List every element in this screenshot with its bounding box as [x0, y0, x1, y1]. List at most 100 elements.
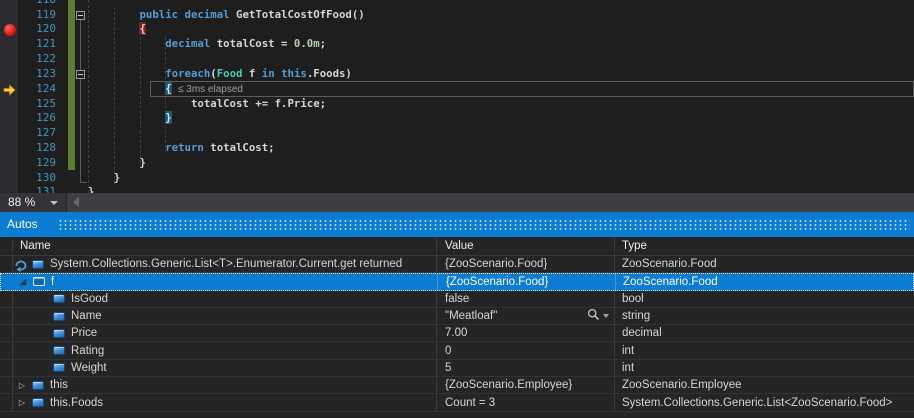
autos-row[interactable]: Weight5 int — [0, 360, 914, 377]
code-text: } — [88, 171, 120, 184]
autos-rows: System.Collections.Generic.List<T>.Enume… — [0, 256, 914, 412]
code-line[interactable]: } — [88, 185, 94, 193]
code-text: foreach — [165, 67, 210, 80]
type-cell: decimal — [615, 325, 914, 341]
autos-row[interactable]: Price7.00decimal — [0, 325, 914, 342]
code-text — [88, 22, 139, 35]
variable-type: decimal — [622, 327, 662, 339]
code-line[interactable]: return totalCost; — [88, 141, 275, 156]
line-number: 119 — [18, 8, 56, 23]
tree-divider — [12, 325, 13, 341]
expand-icon[interactable]: ▷ — [12, 394, 32, 410]
code-line[interactable]: totalCost += f.Price; — [88, 97, 326, 112]
autos-row[interactable]: System.Collections.Generic.List<T>.Enume… — [0, 256, 914, 273]
column-header-name[interactable]: Name — [0, 237, 437, 255]
indent-spacer — [0, 402, 12, 403]
autos-row[interactable]: Name"Meatloaf"string — [0, 308, 914, 325]
code-text: .Foods) — [307, 67, 352, 80]
code-text: } — [88, 156, 146, 169]
column-header-value[interactable]: Value — [437, 237, 615, 255]
indent-spacer — [0, 298, 53, 299]
variable-value: {ZooScenario.Employee} — [445, 379, 572, 391]
code-text — [88, 67, 165, 80]
value-cell: false — [437, 291, 615, 307]
collapse-icon[interactable]: ◢ — [13, 274, 33, 289]
name-cell: Price — [0, 325, 437, 341]
highlighted-brace: { — [165, 82, 171, 95]
value-cell: 5 — [437, 360, 615, 376]
field-icon — [53, 363, 65, 372]
autos-title: Autos — [0, 217, 38, 231]
expand-icon[interactable]: ▷ — [12, 377, 32, 393]
value-cell: 0 — [437, 342, 615, 358]
indent-spacer — [0, 333, 53, 334]
code-line[interactable]: } — [88, 156, 146, 171]
magnifier-icon[interactable] — [587, 308, 600, 324]
line-number: 125 — [18, 97, 56, 112]
type-cell: ZooScenario.Food — [616, 274, 913, 289]
variable-name: Rating — [71, 345, 104, 357]
variable-type: int — [622, 362, 634, 374]
code-text: ; — [320, 37, 326, 50]
variable-name: Price — [71, 327, 97, 339]
variable-type: int — [622, 345, 634, 357]
code-text: public — [139, 8, 178, 21]
name-cell: Name — [0, 308, 437, 324]
autos-row[interactable]: ▷this.FoodsCount = 3System.Collections.G… — [0, 394, 914, 411]
autos-row[interactable]: IsGoodfalsebool — [0, 291, 914, 308]
variable-type: ZooScenario.Food — [623, 276, 718, 288]
line-number: 127 — [18, 126, 56, 141]
indent-spacer — [0, 367, 53, 368]
variable-name: f — [51, 276, 54, 288]
autos-row[interactable]: Rating 0 int — [0, 342, 914, 359]
code-text — [88, 82, 165, 95]
line-number: 126 — [18, 111, 56, 126]
autos-title-bar[interactable]: Autos — [0, 212, 914, 237]
dropdown-caret-icon[interactable] — [603, 314, 609, 318]
breakpoint-statement: { — [139, 22, 145, 35]
field-icon — [32, 260, 44, 269]
zoom-level-label: 88 % — [8, 195, 35, 209]
line-number: 130 — [18, 171, 56, 186]
code-line[interactable]: { — [88, 82, 172, 97]
zoom-dropdown[interactable]: 88 % — [0, 193, 67, 212]
changed-lines-bar — [68, 0, 75, 170]
header-divider — [12, 239, 13, 253]
value-cell: "Meatloaf" — [437, 308, 615, 324]
collapse-toggle-icon[interactable] — [76, 11, 85, 20]
code-text: totalCost; — [204, 141, 275, 154]
name-cell: ◢f — [1, 274, 438, 289]
tree-divider — [12, 291, 13, 307]
code-editor[interactable]: ≤ 3ms elapsed 11811912012112212312412512… — [0, 0, 914, 193]
code-text: 0.0m — [294, 37, 320, 50]
code-line[interactable]: decimal totalCost = 0.0m; — [88, 37, 326, 52]
collapse-toggle-icon[interactable] — [76, 70, 85, 79]
value-cell: {ZooScenario.Employee} — [437, 377, 615, 393]
code-line[interactable]: } — [88, 171, 120, 186]
type-cell: bool — [615, 291, 914, 307]
name-cell: Weight — [0, 360, 437, 376]
column-header-type[interactable]: Type — [615, 237, 914, 255]
field-icon — [53, 294, 65, 303]
code-line[interactable]: } — [88, 111, 172, 126]
autos-row[interactable]: ▷this{ZooScenario.Employee}ZooScenario.E… — [0, 377, 914, 394]
dropdown-caret-icon — [50, 201, 58, 205]
tree-divider — [12, 377, 13, 393]
tree-divider — [12, 360, 13, 376]
code-line[interactable]: foreach(Food f in this.Foods) — [88, 67, 352, 82]
variable-name: this.Foods — [50, 397, 103, 409]
code-line[interactable]: { — [88, 22, 146, 37]
autos-row[interactable]: ◢f{ZooScenario.Food}ZooScenario.Food — [0, 273, 914, 290]
indent-spacer — [0, 264, 12, 265]
variable-value: false — [445, 293, 469, 305]
scroll-left-icon[interactable] — [73, 197, 79, 207]
name-cell: ▷this — [0, 377, 437, 393]
horizontal-scrollbar[interactable] — [67, 193, 914, 212]
line-number: 129 — [18, 156, 56, 171]
variable-type: ZooScenario.Food — [622, 258, 717, 270]
variable-type: bool — [622, 293, 644, 305]
line-number: 118 — [18, 0, 56, 8]
code-line[interactable]: public decimal GetTotalCostOfFood() — [88, 8, 365, 23]
name-cell: System.Collections.Generic.List<T>.Enume… — [0, 256, 437, 272]
code-text: GetTotalCostOfFood() — [230, 8, 365, 21]
